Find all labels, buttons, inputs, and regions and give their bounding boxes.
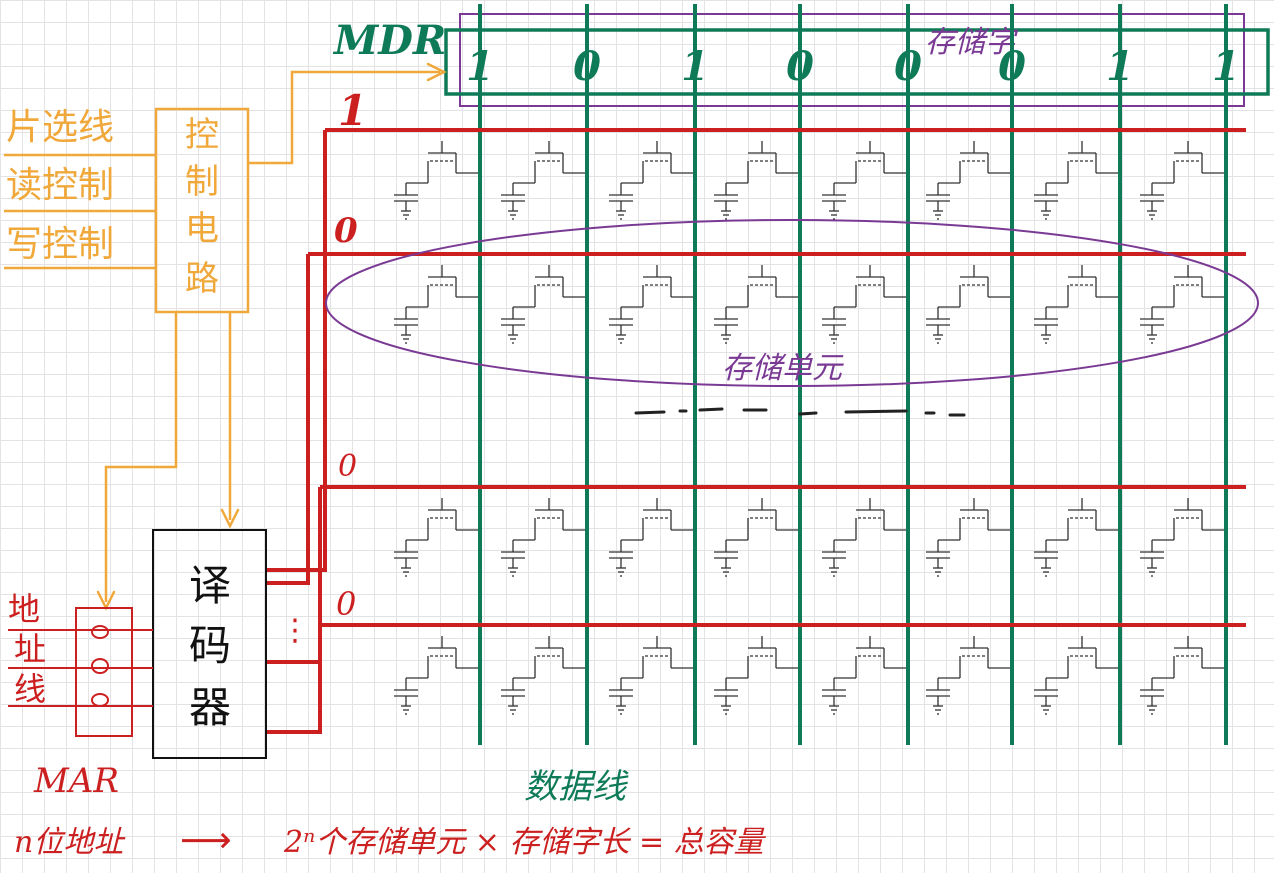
memory-cell: [1140, 141, 1226, 220]
memory-cell: [714, 498, 800, 577]
memory-cell: [1034, 265, 1120, 344]
memory-cell: [714, 265, 800, 344]
memory-cell: [926, 265, 1012, 344]
decoder-wire-0: [266, 130, 327, 572]
word-line-value-1: 0: [334, 211, 358, 251]
data-lines-label: 数据线: [524, 767, 629, 807]
memory-cell: [394, 636, 480, 715]
mar-label: MAR: [33, 761, 119, 801]
control-input-read: 读控制: [6, 165, 114, 206]
address-line-char-1: 址: [14, 630, 46, 668]
control-circuit-char-0: 控: [185, 115, 219, 155]
memory-cell: [1034, 636, 1120, 715]
mar-bit-1: [91, 658, 109, 674]
control-input-write: 写控制: [6, 224, 114, 265]
decoder-wire-1: [266, 254, 310, 585]
control-input-chip-select: 片选线: [6, 107, 114, 148]
memory-cell: [394, 498, 480, 577]
decoder-char-0: 译: [189, 561, 231, 610]
control-circuit-char-2: 电: [185, 209, 219, 249]
mdr-box: [444, 28, 1270, 96]
memory-cell: [822, 265, 908, 344]
memory-cell: [1140, 636, 1226, 715]
memory-cell: [609, 265, 695, 344]
address-line-char-2: 线: [14, 670, 46, 708]
memory-cell: [1034, 498, 1120, 577]
decoder-output-dots: ⋮: [280, 613, 310, 648]
word-line-values: 1 0 0 0: [334, 86, 367, 623]
memory-cell: [609, 636, 695, 715]
mar-bit-2: [91, 693, 109, 707]
control-to-mar: [104, 312, 178, 602]
word-line-value-0: 1: [338, 86, 367, 135]
memory-cell: [609, 498, 695, 577]
word-line-value-2: 0: [338, 449, 357, 484]
mar-section: 地 址 线 MAR: [8, 590, 153, 801]
mar-bit-0: [91, 625, 109, 639]
memory-cell: [501, 141, 587, 220]
memory-cell: [822, 498, 908, 577]
control-circuit-char-3: 路: [185, 259, 219, 299]
memory-cell: [501, 265, 587, 344]
address-line-char-0: 地: [8, 590, 40, 628]
memory-cell: [609, 141, 695, 220]
footnote-arrow: ⟶: [180, 820, 232, 861]
memory-cell: [822, 141, 908, 220]
memory-cell: [926, 141, 1012, 220]
word-line-value-3: 0: [336, 585, 356, 623]
decoder-char-2: 器: [189, 683, 231, 732]
memory-cell-array: [394, 141, 1226, 715]
memory-cell: [714, 636, 800, 715]
control-circuit-char-1: 制: [185, 162, 219, 202]
memory-cell: [926, 498, 1012, 577]
memory-cell: [1140, 498, 1226, 577]
memory-cell: [1140, 265, 1226, 344]
storage-unit-label: 存储单元: [722, 351, 844, 386]
memory-cell: [501, 636, 587, 715]
data-lines: [478, 4, 1228, 745]
memory-cell: [822, 636, 908, 715]
memory-cell: [394, 265, 480, 344]
control-section: 控 制 电 路 片选线 读控制 写控制: [4, 62, 447, 611]
decoder-char-1: 码: [189, 621, 231, 670]
memory-cell: [714, 141, 800, 220]
footnote-right: 2ⁿ个存储单元 × 存储字长 = 总容量: [283, 825, 767, 860]
mdr-bits: 10100011: [466, 43, 1240, 90]
memory-cell: [926, 636, 1012, 715]
memory-diagram: MDR 存储字 10100011 1 0 0 0 存储单元: [4, 4, 1270, 861]
memory-cell: [1034, 141, 1120, 220]
footnote-left: n位地址: [14, 825, 126, 860]
memory-cell: [394, 141, 480, 220]
footnote: n位地址 ⟶ 2ⁿ个存储单元 × 存储字长 = 总容量: [14, 820, 767, 861]
decoder-section: 译 码 器 ⋮: [152, 529, 310, 759]
mdr-label: MDR: [332, 17, 446, 64]
memory-cell: [501, 498, 587, 577]
